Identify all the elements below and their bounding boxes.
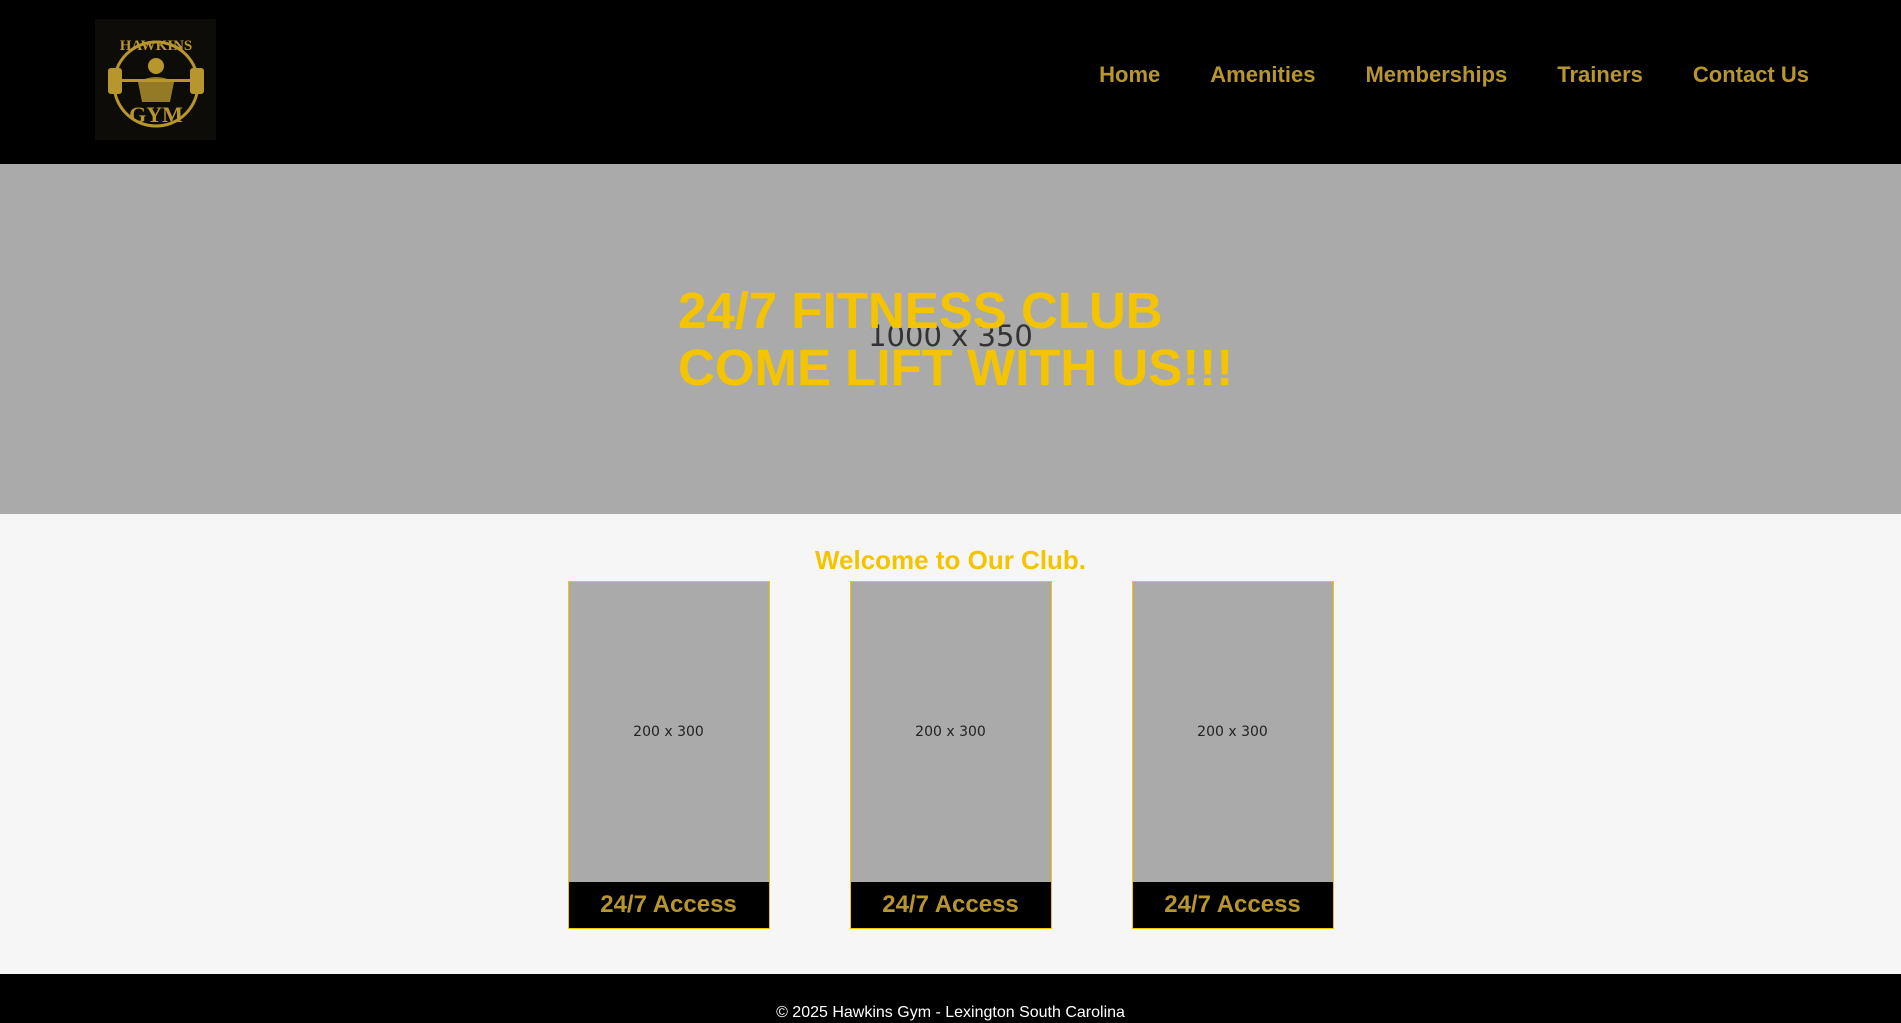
card-caption: 24/7 Access xyxy=(850,882,1051,928)
nav-amenities[interactable]: Amenities xyxy=(1210,62,1315,88)
feature-card[interactable]: 200 x 300 24/7 Access xyxy=(1131,581,1334,929)
gym-logo[interactable]: HAWKINS GYM xyxy=(95,19,216,140)
logo-emblem-icon: HAWKINS GYM xyxy=(107,38,204,127)
nav-trainers[interactable]: Trainers xyxy=(1557,62,1643,88)
card-image-placeholder: 200 x 300 xyxy=(1197,724,1268,740)
site-header: HAWKINS GYM Home Amenities Memberships T… xyxy=(0,0,1901,164)
svg-text:HAWKINS: HAWKINS xyxy=(119,38,192,54)
hero-line-1: 24/7 FITNESS CLUB xyxy=(678,282,1163,339)
nav-memberships[interactable]: Memberships xyxy=(1365,62,1507,88)
welcome-heading: Welcome to Our Club. xyxy=(814,545,1087,575)
card-image-placeholder: 200 x 300 xyxy=(633,724,704,740)
hero-line-2: COME LIFT WITH US!!! xyxy=(678,339,1234,396)
footer-copyright: © 2025 Hawkins Gym - Lexington South Car… xyxy=(776,1004,1125,1021)
card-caption: 24/7 Access xyxy=(1132,882,1333,928)
site-footer: © 2025 Hawkins Gym - Lexington South Car… xyxy=(0,974,1901,1023)
svg-text:GYM: GYM xyxy=(129,102,183,127)
feature-card[interactable]: 200 x 300 24/7 Access xyxy=(567,581,770,929)
card-image-placeholder: 200 x 300 xyxy=(915,724,986,740)
card-caption: 24/7 Access xyxy=(568,882,769,928)
feature-cards: 200 x 300 24/7 Access 200 x 300 24/7 Acc… xyxy=(0,581,1901,929)
feature-card[interactable]: 200 x 300 24/7 Access xyxy=(849,581,1052,929)
hero-banner: 1000 x 350 24/7 FITNESS CLUB COME LIFT W… xyxy=(0,164,1901,514)
nav-contact-us[interactable]: Contact Us xyxy=(1693,62,1809,88)
nav-home[interactable]: Home xyxy=(1099,62,1160,88)
hero-heading: 24/7 FITNESS CLUB COME LIFT WITH US!!! xyxy=(678,282,1233,396)
main-nav: Home Amenities Memberships Trainers Cont… xyxy=(1099,62,1809,88)
